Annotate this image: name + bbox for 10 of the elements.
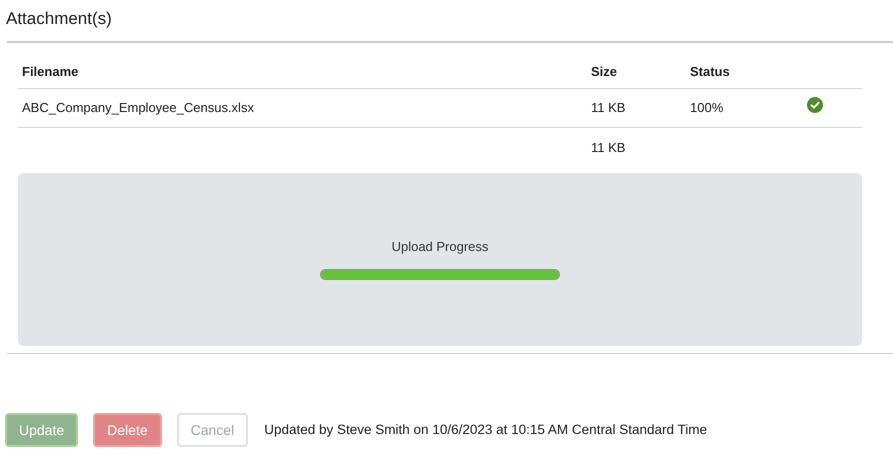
section-title: Attachment(s) [6,8,112,30]
total-size: 11 KB [591,138,626,157]
table-cell-text: 100% [690,99,724,118]
table-cell-text: ABC_Company_Employee_Census.xlsx [21,99,254,118]
upload-progress-label: Upload Progress [392,238,488,256]
column-header: Size [591,62,618,81]
column-header: Filename [21,62,78,81]
table-cell-text: 11 KB [591,99,626,118]
column-header: Status [690,62,730,81]
update-info: Updated by Steve Smith on 10/6/2023 at 10:15 AM Central Standard Time [264,420,707,439]
